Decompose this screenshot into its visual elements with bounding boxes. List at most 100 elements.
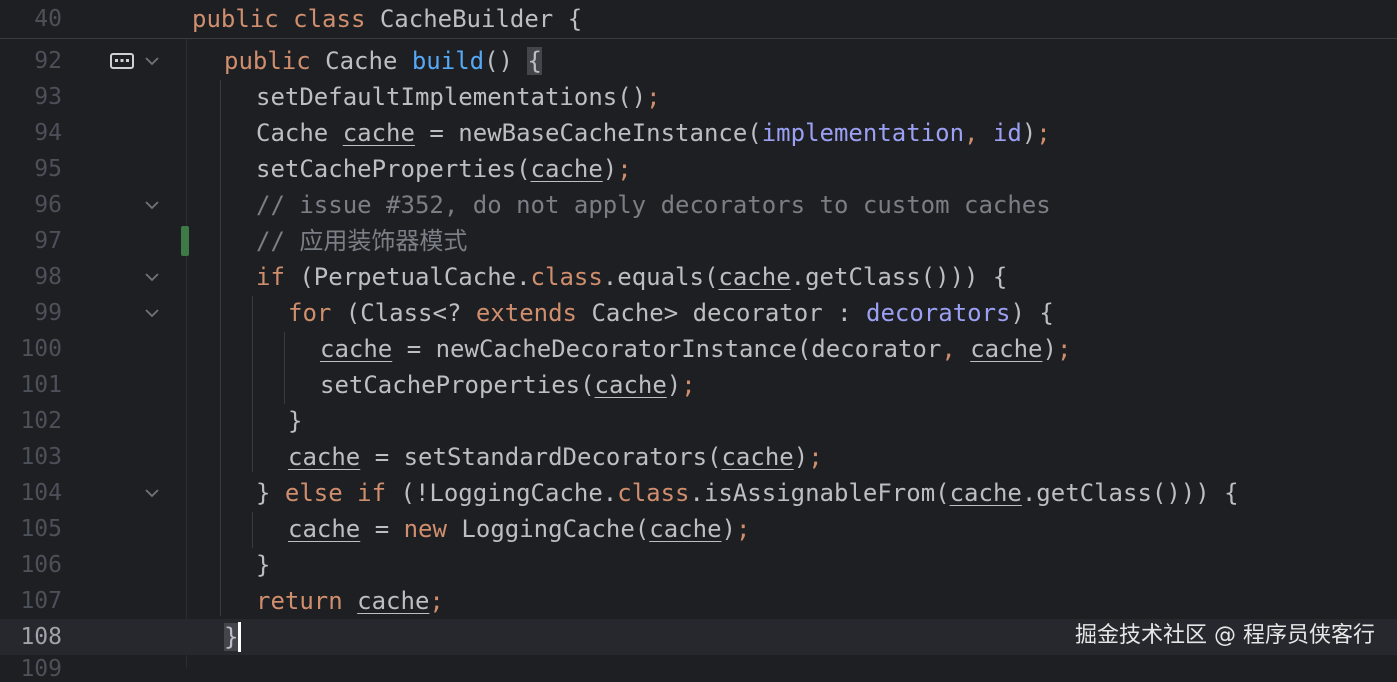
line-number: 96 (34, 192, 62, 218)
code-text: setCacheProperties( (320, 371, 595, 399)
semicolon: ; (681, 371, 696, 399)
variable-cache: cache (288, 515, 361, 543)
code-text: (PerpetualCache. (284, 263, 531, 291)
code-line[interactable]: 92 public Cache build() { (0, 43, 1397, 79)
line-number: 95 (34, 156, 62, 182)
line-number: 106 (20, 552, 62, 578)
chevron-down-icon[interactable] (142, 267, 162, 287)
line-number: 108 (20, 624, 62, 650)
semicolon: ; (617, 155, 632, 183)
matched-brace: } (224, 623, 239, 651)
variable-cache: cache (721, 443, 794, 471)
semicolon: ; (429, 587, 444, 615)
line-number: 97 (34, 228, 62, 254)
keyword: else if (284, 479, 387, 507)
type: Cache (325, 47, 398, 75)
code-text: ) (1021, 119, 1037, 147)
line-number: 103 (20, 444, 62, 470)
variable-cache: cache (357, 587, 430, 615)
code-text: Cache> decorator : (577, 299, 866, 327)
code-vision-icon[interactable] (110, 51, 136, 71)
keyword: if (256, 263, 285, 291)
line-number: 109 (20, 656, 62, 682)
field: id (992, 119, 1022, 147)
code-line[interactable]: 95 setCacheProperties(cache); (0, 151, 1397, 187)
code-line[interactable]: 94 Cache cache = newBaseCacheInstance(im… (0, 115, 1397, 151)
semicolon: ; (646, 83, 661, 111)
variable-cache: cache (949, 479, 1022, 507)
code-line[interactable]: 93 setDefaultImplementations(); (0, 79, 1397, 115)
code-line[interactable]: 106 } (0, 547, 1397, 583)
line-number: 99 (34, 300, 62, 326)
line-number: 107 (20, 588, 62, 614)
variable-cache: cache (530, 155, 603, 183)
variable-cache: cache (342, 119, 415, 147)
code-text: (Class<? (331, 299, 476, 327)
code-text: = setStandardDecorators( (360, 443, 722, 471)
code-line[interactable]: 104 } else if (!LoggingCache.class.isAss… (0, 475, 1397, 511)
comma: , (964, 119, 993, 147)
field: implementation (761, 119, 965, 147)
code-line[interactable]: 101 setCacheProperties(cache); (0, 367, 1397, 403)
semicolon: ; (1036, 119, 1051, 147)
code-text: } (256, 551, 271, 579)
code-line[interactable]: 103 cache = setStandardDecorators(cache)… (0, 439, 1397, 475)
keyword: return (256, 587, 343, 615)
code-text: .getClass())) { (1021, 479, 1239, 507)
line-number: 102 (20, 408, 62, 434)
watermark: 掘金技术社区 @ 程序员侠客行 (1075, 623, 1375, 648)
comment: // issue #352, do not apply decorators t… (256, 191, 1051, 219)
variable-cache: cache (718, 263, 791, 291)
variable-cache: cache (594, 371, 667, 399)
keyword: for (288, 299, 332, 327)
code-text: ) (793, 443, 809, 471)
matched-brace: { (527, 47, 542, 75)
code-line[interactable]: 100 cache = newCacheDecoratorInstance(de… (0, 331, 1397, 367)
sticky-code[interactable]: public class CacheBuilder { (192, 4, 582, 34)
code-line[interactable]: 97 // 应用装饰器模式 (0, 223, 1397, 259)
line-number: 101 (20, 372, 62, 398)
chevron-down-icon[interactable] (142, 303, 162, 323)
variable-cache: cache (288, 443, 361, 471)
variable-cache: cache (320, 335, 393, 363)
code-text: = newCacheDecoratorInstance(decorator (392, 335, 942, 363)
variable-cache: cache (649, 515, 722, 543)
text-caret (238, 622, 242, 652)
chevron-down-icon[interactable] (142, 483, 162, 503)
line-number: 104 (20, 480, 62, 506)
line-number: 94 (34, 120, 62, 146)
code-text: .isAssignableFrom( (689, 479, 950, 507)
code-text: = newBaseCacheInstance( (414, 119, 762, 147)
change-marker[interactable] (181, 226, 189, 256)
code-line[interactable]: 96 // issue #352, do not apply decorator… (0, 187, 1397, 223)
code-text: } (288, 407, 303, 435)
code-line[interactable]: 98 if (PerpetualCache.class.equals(cache… (0, 259, 1397, 295)
code-text: ) (602, 155, 618, 183)
chevron-down-icon[interactable] (142, 51, 162, 71)
code-line[interactable]: 102 } (0, 403, 1397, 439)
code-line[interactable]: 105 cache = new LoggingCache(cache); (0, 511, 1397, 547)
method-name: build (411, 47, 485, 75)
variable-cache: cache (970, 335, 1043, 363)
code-text: () (484, 47, 528, 75)
code-text: ) (721, 515, 736, 543)
sticky-scroll-header[interactable]: 40 public class CacheBuilder { (0, 0, 1397, 39)
code-text: ) { (1010, 299, 1054, 327)
keyword: extends (475, 299, 578, 327)
code-line[interactable]: 99 for (Class<? extends Cache> decorator… (0, 295, 1397, 331)
line-number: 100 (20, 336, 62, 362)
line-number: 93 (34, 84, 62, 110)
code-text: .equals( (602, 263, 719, 291)
code-text: ) (1042, 335, 1057, 363)
comma: , (941, 335, 971, 363)
code-text: (!LoggingCache. (386, 479, 618, 507)
class-name: CacheBuilder { (379, 5, 583, 33)
chevron-down-icon[interactable] (142, 195, 162, 215)
line-number: 40 (34, 6, 62, 32)
keyword: public (224, 47, 311, 75)
field: decorators (866, 299, 1011, 327)
code-text: } (256, 479, 285, 507)
code-line[interactable]: 107 return cache; (0, 583, 1397, 619)
code-editor[interactable]: 40 public class CacheBuilder { 92 public… (0, 0, 1397, 682)
code-text: = (360, 515, 404, 543)
